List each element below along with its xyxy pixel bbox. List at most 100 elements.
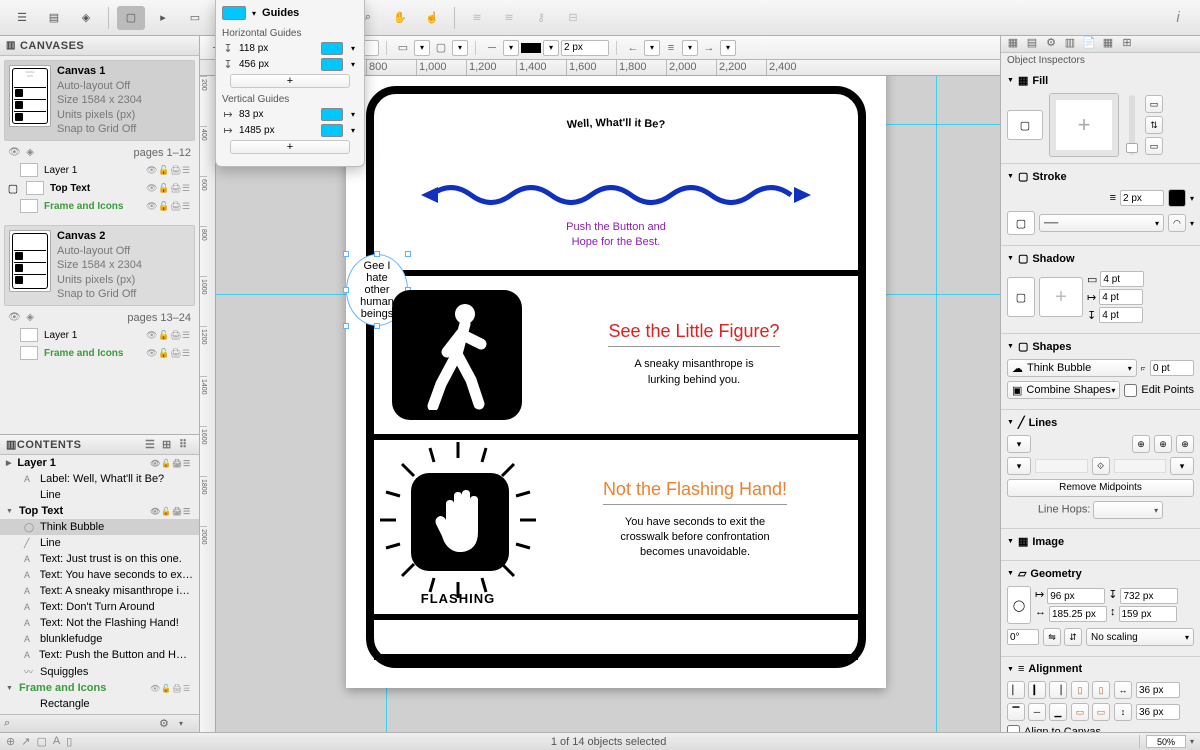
canvas-page[interactable]: Well, What'll it Be? Push the Button and…: [346, 76, 886, 688]
tab-canvas-icon[interactable]: ▥: [1062, 36, 1078, 52]
guide-row[interactable]: ↦83 px▾: [222, 108, 358, 121]
action-drop-icon[interactable]: ▾: [179, 719, 195, 728]
opacity-slider[interactable]: [1129, 95, 1135, 155]
add-guide-button[interactable]: +: [230, 74, 350, 88]
dots-view-icon[interactable]: ⠿: [179, 438, 193, 452]
layer-row[interactable]: ▢Top Text👁🔓🖨☰: [0, 179, 199, 197]
seg1-icon[interactable]: ▭: [394, 40, 412, 56]
rect-tool-icon[interactable]: ▭: [181, 6, 209, 30]
corner-input[interactable]: [1150, 360, 1194, 376]
shadow-y-input[interactable]: [1099, 307, 1143, 323]
layer-row[interactable]: Layer 1👁🔓🖨☰: [0, 326, 199, 344]
content-row[interactable]: Line: [0, 487, 199, 503]
front-icon[interactable]: ≋: [463, 6, 491, 30]
layer-row[interactable]: Frame and Icons👁🔓🖨☰: [0, 344, 199, 362]
geom-w-input[interactable]: [1049, 606, 1107, 622]
eye-icon[interactable]: 👁: [8, 147, 20, 159]
flip-h-icon[interactable]: ⇋: [1043, 628, 1061, 646]
stroke-drop[interactable]: ▾: [543, 40, 559, 56]
canvas-item[interactable]: Canvas 2 Auto-layout Off Size 1584 x 230…: [4, 225, 195, 306]
sb-icon-1[interactable]: ⊕: [6, 735, 15, 748]
content-row[interactable]: 〰Squiggles: [0, 663, 199, 680]
layers-icon[interactable]: ◈: [72, 6, 100, 30]
info-icon[interactable]: i: [1164, 6, 1192, 30]
blend-btn[interactable]: ▭: [1145, 95, 1163, 113]
line-arr-r[interactable]: ▾: [1170, 457, 1194, 475]
line-end3[interactable]: ⊕: [1176, 435, 1194, 453]
align-b[interactable]: ▁: [1049, 703, 1067, 721]
stroke-pos-well[interactable]: ▢: [1007, 211, 1035, 235]
geom-y-input[interactable]: [1120, 588, 1178, 604]
arrow-r-icon[interactable]: →: [700, 40, 718, 56]
sb-icon-5[interactable]: ▯: [66, 735, 72, 748]
stroke-swatch-icon[interactable]: [521, 43, 541, 53]
layer-row[interactable]: Layer 1👁🔓🖨☰: [0, 161, 199, 179]
content-row[interactable]: Ablunklefudge: [0, 631, 199, 647]
action-gear-icon[interactable]: ⚙: [159, 717, 175, 730]
tab-props-icon[interactable]: ⚙: [1043, 36, 1059, 52]
content-row[interactable]: ╱Line: [0, 535, 199, 551]
space-v[interactable]: ↕: [1114, 703, 1132, 721]
content-row[interactable]: AText: You have seconds to exit th: [0, 567, 199, 583]
guide-row[interactable]: ↧118 px▾: [222, 42, 358, 55]
content-row[interactable]: AText: Just trust is on this one.: [0, 551, 199, 567]
line-type-drop[interactable]: ▾: [1007, 435, 1031, 453]
grid-view-icon[interactable]: ⊞: [162, 438, 176, 452]
content-row[interactable]: AText: Push the Button and Hope fo: [0, 647, 199, 663]
arrow-m-icon[interactable]: ≡: [662, 40, 680, 56]
content-row[interactable]: AText: A sneaky misanthrope is lur: [0, 583, 199, 599]
align-h-input[interactable]: [1136, 682, 1180, 698]
eye-icon[interactable]: 👁: [8, 312, 20, 324]
dist-v2[interactable]: ▭: [1092, 703, 1110, 721]
geom-anchor[interactable]: ◯: [1007, 586, 1031, 624]
outline-icon[interactable]: ▤: [40, 6, 68, 30]
tab-grid-icon[interactable]: ⊞: [1119, 36, 1135, 52]
content-row[interactable]: Rectangle: [0, 696, 199, 712]
guide-row[interactable]: ↦1485 px▾: [222, 124, 358, 137]
stroke-dash-drop[interactable]: ──: [1039, 214, 1164, 232]
content-row[interactable]: AText: Don't Turn Around: [0, 599, 199, 615]
fill-type-well[interactable]: ▢: [1007, 110, 1043, 140]
space-h[interactable]: ↔: [1114, 681, 1132, 699]
canvas-viewport[interactable]: Well, What'll it Be? Push the Button and…: [216, 76, 1000, 732]
geom-x-input[interactable]: [1047, 588, 1105, 604]
stroke-preset[interactable]: ◠: [1168, 214, 1186, 232]
back-icon[interactable]: ≋: [495, 6, 523, 30]
shadow-color-well[interactable]: +: [1039, 277, 1083, 317]
shadow-blur-input[interactable]: [1100, 271, 1144, 287]
guide-color-swatch[interactable]: [222, 6, 246, 20]
guide-row[interactable]: ↧456 px▾: [222, 58, 358, 71]
line-end2[interactable]: ⊕: [1154, 435, 1172, 453]
scaling-drop[interactable]: No scaling: [1086, 628, 1194, 646]
content-row[interactable]: ◯Think Bubble: [0, 519, 199, 535]
content-row[interactable]: ALabel: Well, What'll it Be?: [0, 471, 199, 487]
hand-tool-icon[interactable]: ✋: [386, 6, 414, 30]
clear-btn[interactable]: ▭: [1145, 137, 1163, 155]
align-v-input[interactable]: [1136, 704, 1180, 720]
canvas-item[interactable]: 〰〰〰〰〰 Canvas 1 Auto-layout Off Size 1584…: [4, 60, 195, 141]
arrow-l-icon[interactable]: ←: [624, 40, 642, 56]
ruler-vertical[interactable]: 200400600800100012001400160018002000: [200, 76, 216, 732]
shape-select-drop[interactable]: ☁Think Bubble: [1007, 359, 1137, 377]
swap-btn[interactable]: ⇅: [1145, 116, 1163, 134]
line-hops-drop[interactable]: [1093, 501, 1163, 519]
stroke-style-icon[interactable]: ≡: [1110, 192, 1116, 204]
sb-icon-4[interactable]: A: [53, 735, 60, 748]
align-canvas-check[interactable]: Align to Canvas: [1007, 725, 1194, 732]
stroke-width-input[interactable]: [1120, 190, 1164, 206]
content-row[interactable]: AText: Not the Flashing Hand!: [0, 615, 199, 631]
dist-v1[interactable]: ▭: [1071, 703, 1089, 721]
arrow-r-drop[interactable]: ▾: [720, 40, 736, 56]
sidebar-toggle-icon[interactable]: ☰: [8, 6, 36, 30]
line-arr-l[interactable]: ▾: [1007, 457, 1031, 475]
line-style-drop[interactable]: ▾: [503, 40, 519, 56]
combine-drop[interactable]: ▣Combine Shapes: [1007, 381, 1120, 399]
content-row[interactable]: Layer 1👁🔓🖨☰: [0, 455, 199, 471]
fill-gradient-well[interactable]: +: [1049, 93, 1119, 157]
stroke-width-input[interactable]: [561, 40, 609, 56]
align-c[interactable]: ▎: [1028, 681, 1046, 699]
stroke-color[interactable]: [1168, 189, 1186, 207]
seg2-icon[interactable]: ▢: [432, 40, 450, 56]
add-guide-button[interactable]: +: [230, 140, 350, 154]
content-row[interactable]: Top Text👁🔓🖨☰: [0, 503, 199, 519]
